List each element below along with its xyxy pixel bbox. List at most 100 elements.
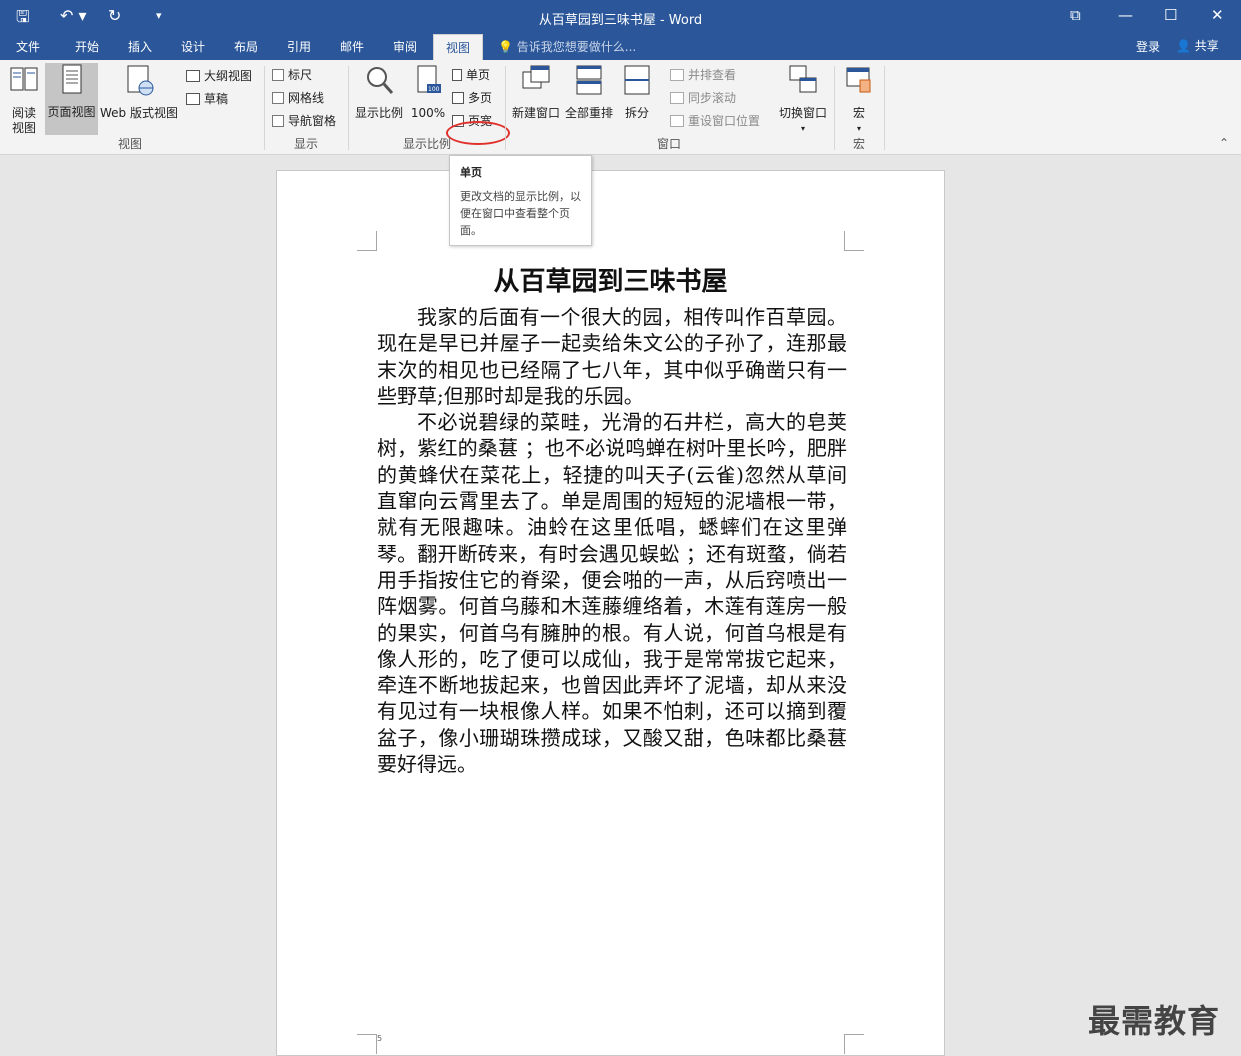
zoom-group-label: 显示比例 <box>403 137 452 151</box>
paragraph: 我家的后面有一个很大的园，相传叫作百草园。现在是早已并屋子一起卖给朱文公的子孙了… <box>377 305 847 408</box>
split-label: 拆分 <box>624 106 649 120</box>
split-button[interactable]: 拆分 <box>620 64 654 121</box>
margin-corner-mark <box>844 1034 864 1054</box>
new-window-label: 新建窗口 <box>511 106 560 120</box>
draft-button[interactable]: 草稿 <box>186 90 228 107</box>
synchronous-scrolling-button[interactable]: 同步滚动 <box>670 89 736 106</box>
tab-view[interactable]: 视图 <box>433 34 484 60</box>
group-divider <box>505 66 506 150</box>
highlight-circle <box>446 121 510 145</box>
one-page-label: 单页 <box>466 68 491 82</box>
collapse-ribbon-icon[interactable]: ⌃ <box>1219 136 1229 150</box>
web-layout-icon <box>127 65 154 96</box>
margin-corner-mark <box>844 231 864 251</box>
multiple-pages-icon <box>452 91 464 104</box>
share-label: 共享 <box>1194 39 1219 53</box>
tab-file[interactable]: 文件 <box>16 38 40 55</box>
page-100-icon: 100 <box>417 65 441 93</box>
window-title: 从百草园到三味书屋 - Word <box>538 13 703 28</box>
arrange-all-label: 全部重排 <box>564 106 613 120</box>
tell-me-search[interactable]: 💡 告诉我您想要做什么... <box>498 38 636 55</box>
document-body[interactable]: 我家的后面有一个很大的园，相传叫作百草园。现在是早已并屋子一起卖给朱文公的子孙了… <box>377 304 847 777</box>
one-page-tooltip: 单页 更改文档的显示比例，以便在窗口中查看整个页面。 <box>449 155 592 246</box>
tab-insert[interactable]: 插入 <box>128 38 152 55</box>
print-layout-icon <box>62 64 81 94</box>
tooltip-description: 更改文档的显示比例，以便在窗口中查看整个页面。 <box>460 190 581 237</box>
share-button[interactable]: 👤 共享 <box>1176 37 1219 54</box>
side-by-side-label: 并排查看 <box>688 68 737 82</box>
tab-references[interactable]: 引用 <box>287 38 311 55</box>
gridlines-checkbox[interactable]: 网格线 <box>272 89 324 106</box>
navigation-pane-checkbox[interactable]: 导航窗格 <box>272 112 336 129</box>
document-title: 从百草园到三味书屋 <box>493 267 728 297</box>
switch-windows-icon <box>789 65 817 93</box>
multiple-pages-label: 多页 <box>468 91 493 105</box>
group-divider <box>884 66 885 150</box>
ribbon-tabs: 文件 开始 插入 设计 布局 引用 邮件 审阅 视图 💡 告诉我您想要做什么..… <box>0 34 1241 60</box>
web-layout-button[interactable]: Web 版式视图 <box>98 64 180 121</box>
switch-windows-label: 切换窗口 <box>778 106 827 120</box>
macro-icon <box>846 67 871 93</box>
arrange-all-button[interactable]: 全部重排 <box>563 64 615 121</box>
tab-mailings[interactable]: 邮件 <box>340 38 364 55</box>
tooltip-title: 单页 <box>460 166 482 179</box>
draft-label: 草稿 <box>204 92 229 106</box>
reset-window-position-button[interactable]: 重设窗口位置 <box>670 112 760 129</box>
switch-windows-button[interactable]: 切换窗口 ▾ <box>776 64 830 136</box>
gridlines-label: 网格线 <box>288 91 325 105</box>
read-mode-icon <box>10 67 38 91</box>
tab-home[interactable]: 开始 <box>75 38 99 55</box>
ruler-checkbox[interactable]: 标尺 <box>272 66 312 83</box>
nav-pane-label: 导航窗格 <box>288 114 337 128</box>
read-mode-button[interactable]: 阅读 视图 <box>4 64 44 136</box>
arrange-all-icon <box>576 65 602 95</box>
one-page-button[interactable]: 单页 <box>452 66 490 83</box>
outline-button[interactable]: 大纲视图 <box>186 67 252 84</box>
close-button[interactable]: ✕ <box>1211 6 1224 24</box>
minimize-button[interactable]: — <box>1118 6 1133 24</box>
reset-position-icon <box>670 114 684 127</box>
window-group-label: 窗口 <box>657 137 682 151</box>
draft-icon <box>186 92 200 105</box>
ruler-label: 标尺 <box>288 68 313 82</box>
outline-icon <box>186 69 200 82</box>
tab-layout[interactable]: 布局 <box>234 38 258 55</box>
new-window-icon <box>522 65 550 89</box>
tab-review[interactable]: 审阅 <box>393 38 417 55</box>
sync-scroll-label: 同步滚动 <box>688 91 737 105</box>
person-icon: 👤 <box>1176 39 1191 53</box>
zoom-100-label: 100% <box>410 106 446 120</box>
print-layout-label: 页面视图 <box>47 105 96 119</box>
paragraph: 不必说碧绿的菜畦，光滑的石井栏，高大的皂荚树，紫红的桑葚 ；也不必说鸣蝉在树叶里… <box>377 410 847 777</box>
title-bar: 🖫 ↶ ▾ ↻ ▾ 从百草园到三味书屋 - Word ⧉ — ☐ ✕ <box>0 0 1241 34</box>
macros-label: 宏 <box>852 106 865 120</box>
macros-group-label: 宏 <box>853 137 866 151</box>
zoom-label: 显示比例 <box>354 106 403 120</box>
zoom-100-button[interactable]: 100 100% <box>408 64 448 121</box>
login-button[interactable]: 登录 <box>1136 38 1160 55</box>
macros-button[interactable]: 宏 ▾ <box>842 64 876 136</box>
ribbon-display-options-icon[interactable]: ⧉ <box>1070 6 1081 24</box>
print-layout-button[interactable]: 页面视图 <box>45 63 98 135</box>
maximize-button[interactable]: ☐ <box>1164 6 1177 24</box>
multiple-pages-button[interactable]: 多页 <box>452 89 492 106</box>
watermark-logo: 最需教育 <box>1088 1002 1221 1040</box>
split-icon <box>624 65 650 95</box>
ribbon: 阅读 视图 页面视图 Web 版式视图 大纲视图 草稿 视图 标尺 网格线 导航… <box>0 60 1241 155</box>
zoom-button[interactable]: 显示比例 <box>353 64 405 121</box>
svg-text:100: 100 <box>428 86 440 93</box>
group-divider <box>834 66 835 150</box>
new-window-button[interactable]: 新建窗口 <box>510 64 562 121</box>
page-number: 5 <box>377 1034 383 1043</box>
checkbox-icon <box>272 68 284 81</box>
margin-corner-mark <box>357 231 377 251</box>
view-side-by-side-button[interactable]: 并排查看 <box>670 66 736 83</box>
margin-corner-mark <box>357 1034 377 1054</box>
tab-design[interactable]: 设计 <box>181 38 205 55</box>
document-page[interactable]: 从百草园到三味书屋 我家的后面有一个很大的园，相传叫作百草园。现在是早已并屋子一… <box>276 170 945 1056</box>
read-mode-label: 阅读 视图 <box>11 106 36 135</box>
checkbox-icon <box>272 114 284 127</box>
tell-me-text: 告诉我您想要做什么... <box>516 40 637 54</box>
checkbox-icon <box>272 91 284 104</box>
group-divider <box>348 66 349 150</box>
